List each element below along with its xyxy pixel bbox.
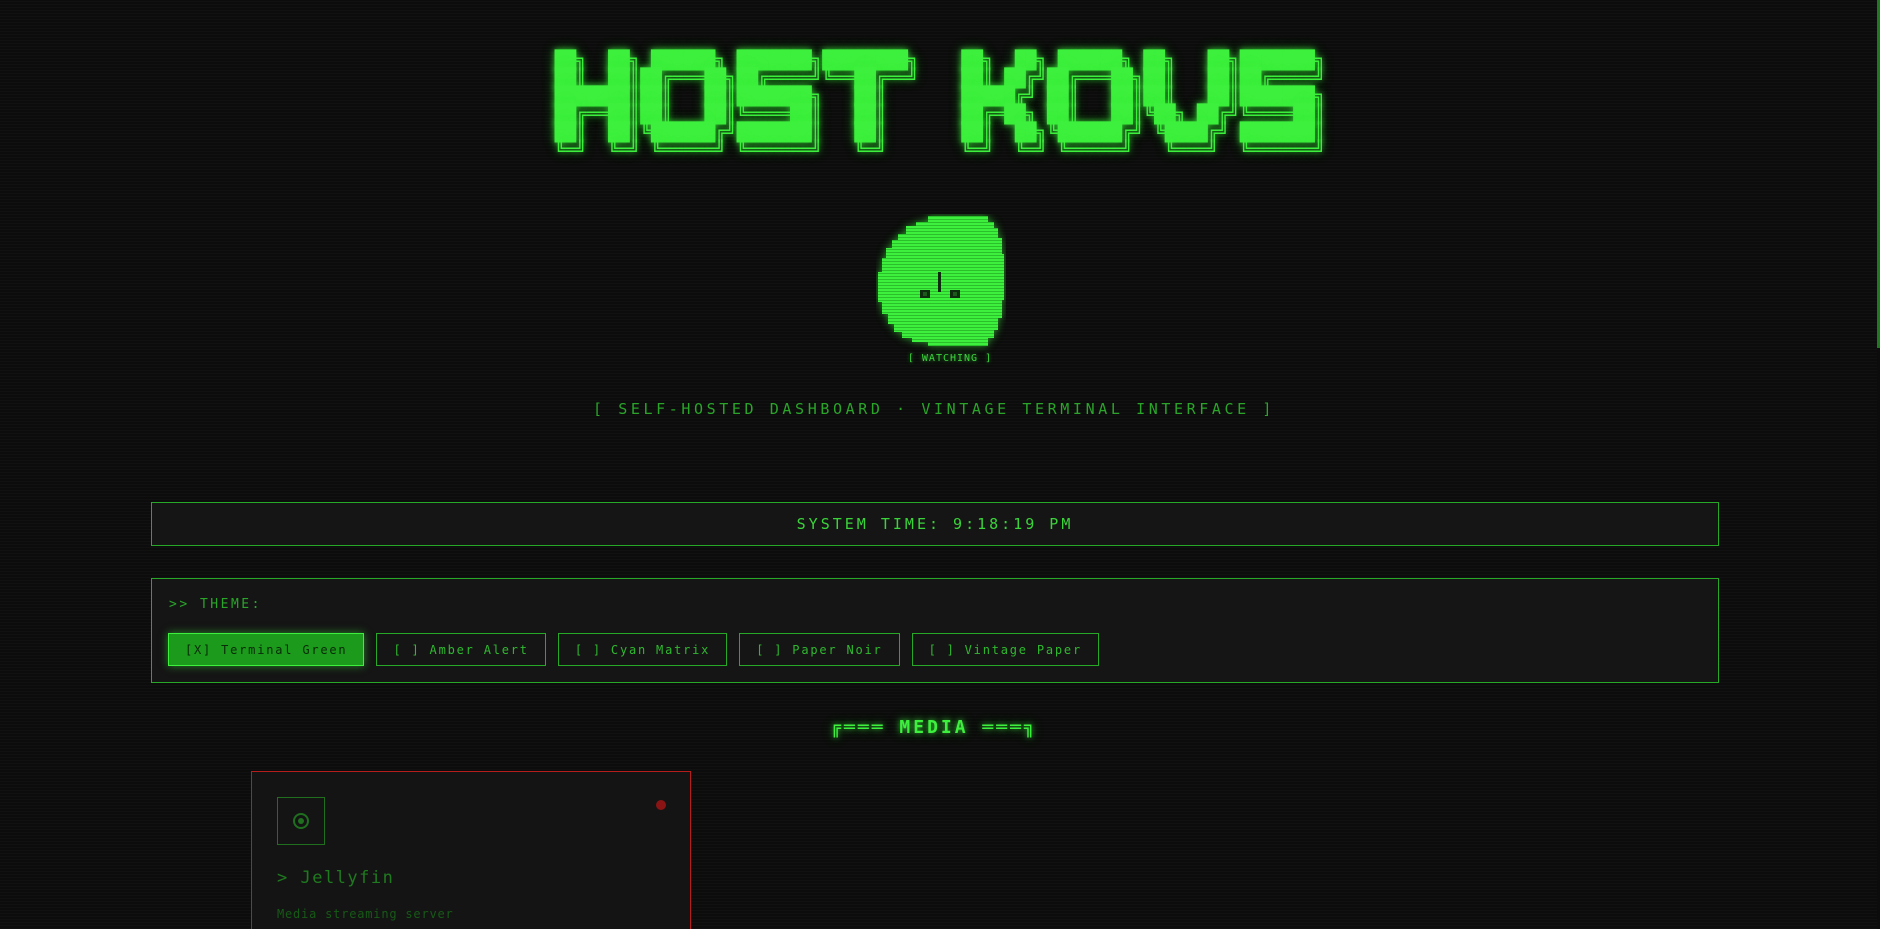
blob-mascot-icon: [878, 216, 1004, 346]
mascot-blob: [876, 214, 1006, 352]
theme-panel: >> THEME: [X] Terminal Green [ ] Amber A…: [151, 578, 1719, 683]
service-description: Media streaming server: [277, 907, 454, 921]
theme-terminal-green-button[interactable]: [X] Terminal Green: [168, 633, 365, 666]
service-logo-icon: [293, 813, 309, 829]
theme-options: [X] Terminal Green [ ] Amber Alert [ ] C…: [168, 633, 1099, 666]
service-card-jellyfin[interactable]: > Jellyfin Media streaming server: [251, 771, 691, 929]
theme-paper-noir-button[interactable]: [ ] Paper Noir: [739, 633, 900, 666]
theme-cyan-matrix-button[interactable]: [ ] Cyan Matrix: [557, 633, 728, 666]
tagline: [ SELF-HOSTED DASHBOARD · VINTAGE TERMIN…: [592, 400, 1276, 418]
theme-amber-alert-button[interactable]: [ ] Amber Alert: [376, 633, 546, 666]
section-heading-media: ╔═══ MEDIA ═══╗: [830, 717, 1038, 738]
banner-art: ██╗ ██╗ ██████╗ ███████╗████████╗ ██╗ ██…: [554, 50, 1326, 161]
theme-label: >> THEME:: [169, 597, 262, 612]
mascot-caption: [ WATCHING ]: [907, 353, 993, 364]
service-title: > Jellyfin: [277, 868, 395, 888]
status-indicator-offline: [656, 800, 666, 810]
theme-vintage-paper-button[interactable]: [ ] Vintage Paper: [911, 633, 1099, 666]
system-time: SYSTEM TIME: 9:18:19 PM: [796, 515, 1074, 533]
jellyfin-icon: [277, 797, 325, 845]
ascii-banner: ██╗ ██╗ ██████╗ ███████╗████████╗ ██╗ ██…: [0, 52, 1880, 160]
system-time-panel: SYSTEM TIME: 9:18:19 PM: [151, 502, 1719, 546]
